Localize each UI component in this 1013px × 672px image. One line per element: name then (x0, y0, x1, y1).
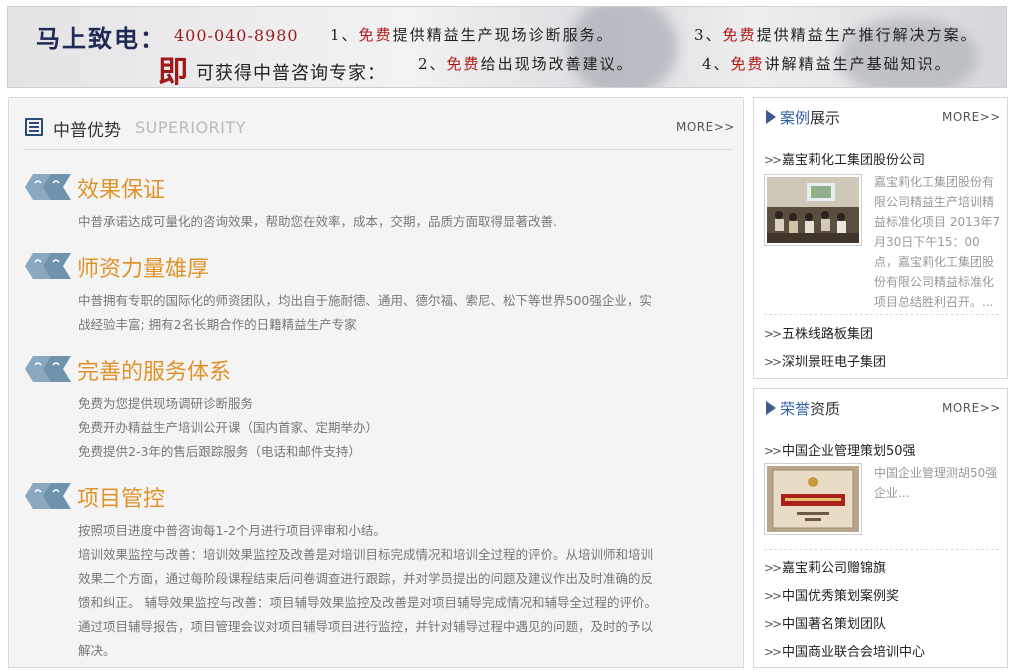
case-description: 嘉宝莉化工集团股份有限公司精益生产培训精益标准化项目 2013年7月30日下午1… (874, 175, 1000, 309)
divider (764, 549, 999, 550)
double-chevron-icon (25, 174, 71, 200)
list-item[interactable]: >> 五株线路板集团 (764, 323, 873, 342)
chevron-right-icon: >> (764, 444, 782, 458)
double-chevron-icon (25, 483, 71, 509)
divider (764, 314, 999, 315)
contact-banner[interactable]: 马上致电： 400-040-8980 即 可获得中普咨询专家： 1、免费提供精益… (7, 6, 1007, 88)
more-link[interactable]: MORE>> (942, 110, 1001, 124)
list-item[interactable]: >> 嘉宝莉化工集团股份公司 (764, 149, 925, 168)
advantage-text: 中普承诺达成可量化的咨询效果，帮助您在效率，成本，交期，品质方面取得显著改善. (78, 214, 557, 229)
list-icon (25, 118, 43, 136)
cases-panel: 案例展示 MORE>> >> 嘉宝莉化工集团股份公司 嘉宝莉化工集团股份有限公司精… (753, 97, 1008, 379)
panel-title: 案例展示 (780, 109, 841, 127)
chevron-right-icon: >> (764, 153, 782, 167)
list-item[interactable]: >> 深圳景旺电子集团 (764, 351, 886, 370)
honors-header: 荣誉资质 MORE>> (754, 389, 1007, 427)
chevron-right-icon: >> (764, 617, 782, 631)
cases-header: 案例展示 MORE>> (754, 98, 1007, 136)
advantage-text: 中普拥有专职的国际化的师资团队，均出自于施耐德、通用、德尔福、索尼、松下等世界5… (78, 293, 652, 332)
banner-item: 3、免费提供精益生产推行解决方案。 (694, 26, 978, 44)
banner-item: 2、免费给出现场改善建议。 (418, 55, 634, 73)
banner-item: 1、免费提供精益生产现场诊断服务。 (330, 26, 614, 44)
list-item[interactable]: >> 中国企业管理策划50强 (764, 440, 916, 459)
training-photo (767, 177, 859, 243)
double-chevron-icon (25, 253, 71, 279)
advantage-text: 免费为您提供现场调研诊断服务 免费开办精益生产培训公开课（国内首家、定期举办） … (78, 396, 379, 459)
double-chevron-icon (25, 356, 71, 382)
award-plaque-photo (767, 466, 859, 532)
list-item[interactable]: >> 中国著名策划团队 (764, 613, 886, 632)
list-item[interactable]: >> 嘉宝莉公司赠锦旗 (764, 557, 886, 576)
banner-item: 4、免费讲解精益生产基础知识。 (702, 55, 952, 73)
chevron-right-icon: >> (764, 645, 782, 659)
advantage-title: 效果保证 (77, 178, 166, 203)
section-title-en: SUPERIORITY (135, 118, 246, 137)
chevron-right-icon: >> (764, 355, 782, 369)
advantages-header: 中普优势 SUPERIORITY MORE>> (23, 116, 735, 150)
honor-description: 中国企业管理测胡50强企业... (874, 466, 998, 500)
case-thumbnail[interactable] (764, 174, 862, 246)
chevron-right-icon: >> (764, 589, 782, 603)
banner-brand: 马上致电： (36, 24, 166, 53)
banner-subtitle: 可获得中普咨询专家： (196, 63, 386, 84)
more-link[interactable]: MORE>> (942, 401, 1001, 415)
banner-decoration (568, 7, 678, 87)
list-item[interactable]: >> 中国商业联合会培训中心 (764, 641, 925, 660)
chevron-right-icon: >> (764, 561, 782, 575)
honors-panel: 荣誉资质 MORE>> >> 中国企业管理策划50强 中国企业管理测胡50强企业.… (753, 388, 1008, 668)
advantage-title: 师资力量雄厚 (77, 257, 210, 282)
banner-phone: 400-040-8980 (174, 26, 299, 45)
chevron-right-icon: >> (764, 327, 782, 341)
advantage-text: 按照项目进度中普咨询每1-2个月进行项目评审和小结。 培训效果监控与改善：培训效… (78, 523, 657, 658)
banner-ji: 即 (158, 55, 188, 88)
more-link[interactable]: MORE>> (676, 120, 735, 134)
advantages-panel: 中普优势 SUPERIORITY MORE>> 效果保证 中普承诺达成可量化的咨… (8, 97, 744, 668)
advantage-title: 完善的服务体系 (77, 360, 232, 385)
triangle-icon (766, 401, 776, 415)
section-title: 中普优势 (53, 121, 121, 141)
honor-thumbnail[interactable] (764, 463, 862, 535)
triangle-icon (766, 110, 776, 124)
advantage-title: 项目管控 (77, 487, 166, 512)
list-item[interactable]: >> 中国优秀策划案例奖 (764, 585, 899, 604)
panel-title: 荣誉资质 (780, 400, 841, 418)
